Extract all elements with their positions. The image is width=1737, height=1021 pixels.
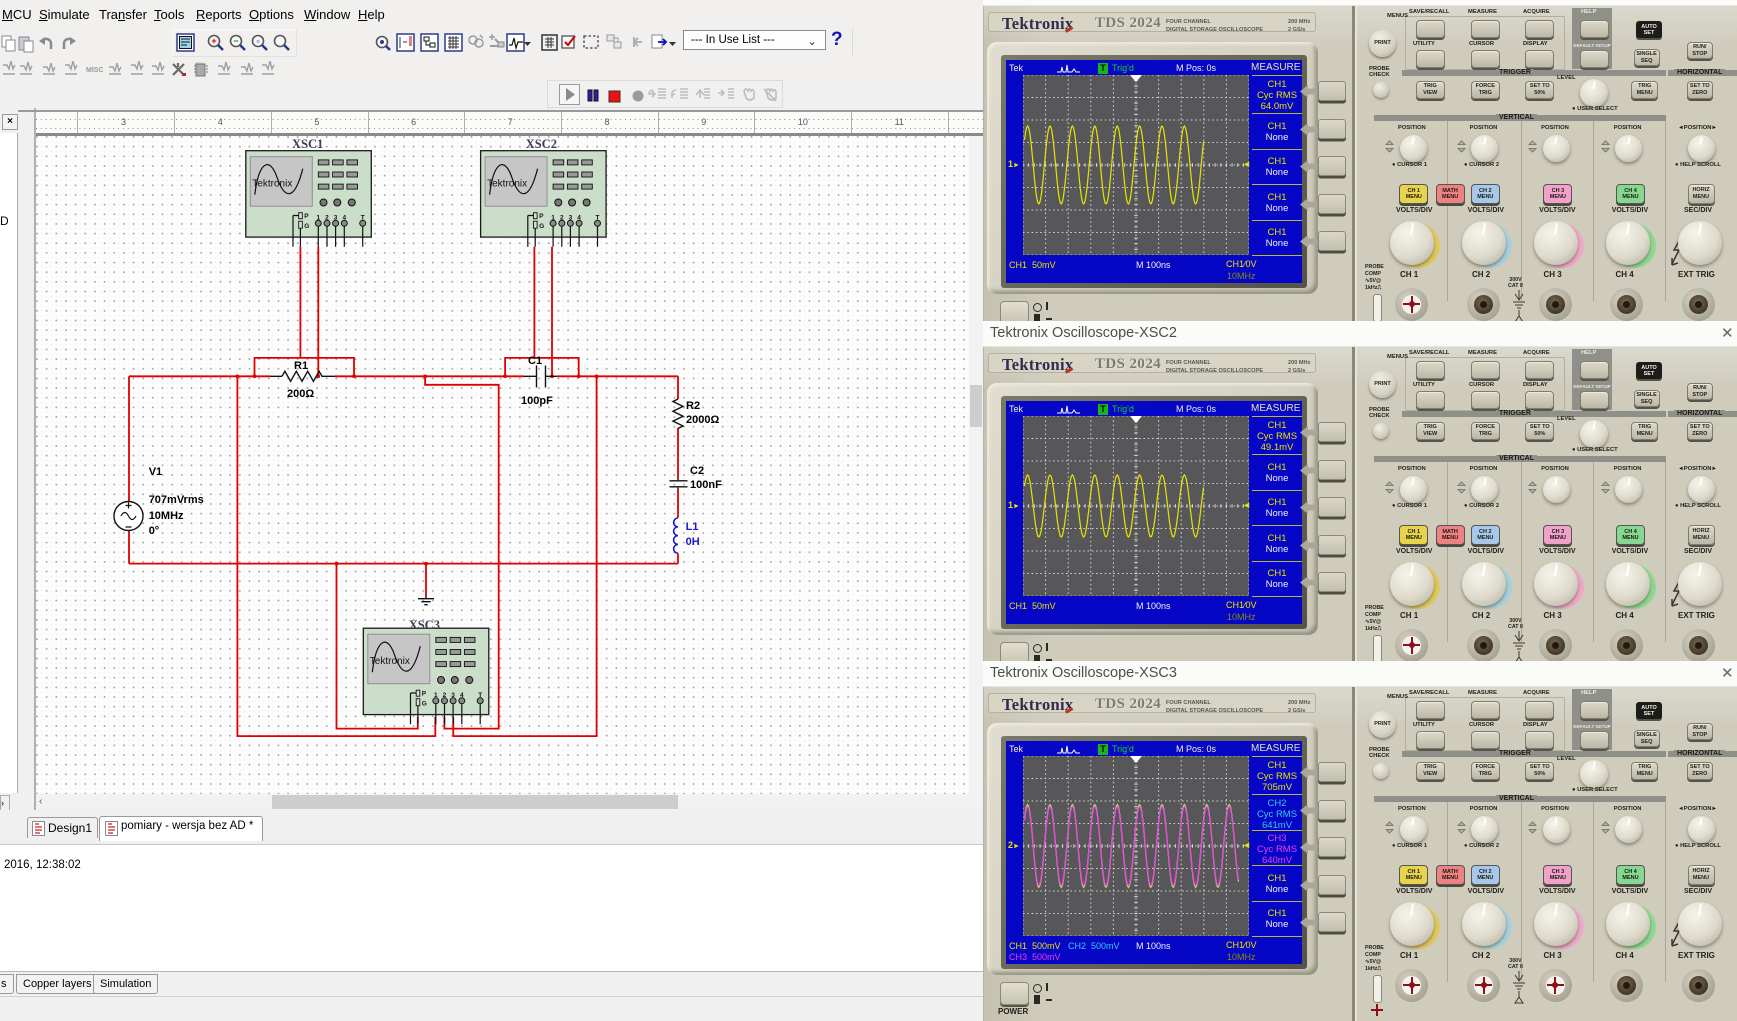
svg-text:100pF: 100pF — [521, 395, 553, 407]
svg-text:▫: ▫ — [256, 36, 259, 46]
svg-text:XSC1: XSC1 — [292, 137, 323, 151]
svg-text:XSC3: XSC3 — [409, 618, 440, 632]
svg-text:100nF: 100nF — [690, 479, 722, 491]
svg-text:200Ω: 200Ω — [287, 388, 314, 400]
svg-text:0H: 0H — [686, 536, 700, 548]
svg-text:10MHz: 10MHz — [149, 510, 184, 522]
svg-text:C2: C2 — [690, 465, 704, 477]
svg-text:C1: C1 — [528, 355, 542, 367]
svg-text:−: − — [233, 36, 238, 46]
svg-text:V1: V1 — [149, 466, 162, 478]
svg-text:+: + — [211, 36, 216, 46]
svg-text:R1: R1 — [294, 360, 308, 372]
svg-text:2000Ω: 2000Ω — [686, 414, 719, 426]
svg-text:MISC: MISC — [86, 67, 103, 74]
svg-text:L1: L1 — [686, 521, 699, 533]
svg-text:0°: 0° — [149, 525, 160, 537]
svg-text:XSC2: XSC2 — [526, 137, 557, 151]
svg-text:R2: R2 — [686, 400, 700, 412]
svg-text:707mVrms: 707mVrms — [149, 494, 204, 506]
svg-text:ADU: ADU — [195, 61, 204, 66]
